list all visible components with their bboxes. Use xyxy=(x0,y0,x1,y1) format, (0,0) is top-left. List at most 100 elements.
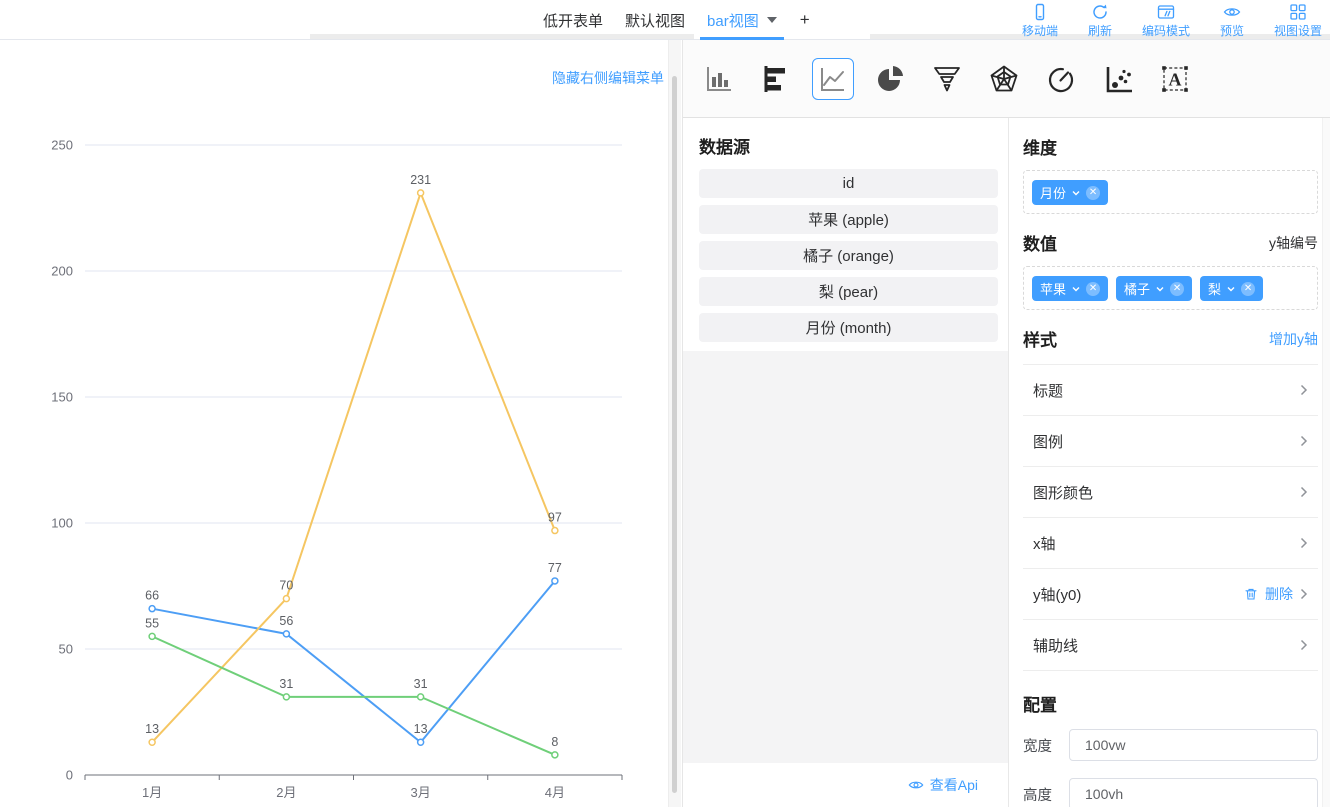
svg-text:200: 200 xyxy=(51,264,73,279)
chart-type-bar: A xyxy=(683,40,1330,118)
svg-text:3月: 3月 xyxy=(411,785,431,800)
view-api-link[interactable]: 查看Api xyxy=(908,775,978,795)
svg-text:50: 50 xyxy=(59,642,73,657)
dimension-title: 维度 xyxy=(1023,134,1057,159)
refresh-button[interactable]: 刷新 xyxy=(1082,3,1118,39)
chevron-down-icon[interactable] xyxy=(767,17,777,23)
svg-text:77: 77 xyxy=(548,561,562,575)
header-actions: 移动端 刷新 编码模式 预览 视图设置 xyxy=(1022,3,1322,39)
chevron-down-icon[interactable] xyxy=(1155,284,1165,294)
remove-tag-icon[interactable]: ✕ xyxy=(1086,282,1100,296)
add-y-axis-link[interactable]: 增加y轴 xyxy=(1269,329,1318,349)
width-input[interactable] xyxy=(1069,729,1318,761)
style-row-guides[interactable]: 辅助线 xyxy=(1023,619,1318,670)
trash-icon[interactable] xyxy=(1244,587,1258,601)
svg-text:231: 231 xyxy=(410,173,431,187)
preview-button[interactable]: 预览 xyxy=(1214,3,1250,39)
field-apple[interactable]: 苹果 (apple) xyxy=(699,205,998,234)
tab-bar-view[interactable]: bar视图 xyxy=(696,0,788,40)
remove-tag-icon[interactable]: ✕ xyxy=(1086,186,1100,200)
view-api-label: 查看Api xyxy=(930,775,978,795)
mobile-button[interactable]: 移动端 xyxy=(1022,3,1058,39)
dimension-drop-zone[interactable]: 月份 ✕ xyxy=(1023,170,1318,214)
chevron-down-icon[interactable] xyxy=(1071,188,1081,198)
canvas-scrollbar-thumb[interactable] xyxy=(672,76,677,793)
metrics-drop-zone[interactable]: 苹果 ✕ 橘子 ✕ 梨 ✕ xyxy=(1023,266,1318,310)
remove-tag-icon[interactable]: ✕ xyxy=(1170,282,1184,296)
hide-edit-menu-link[interactable]: 隐藏右侧编辑菜单 xyxy=(552,68,664,88)
chevron-right-icon xyxy=(1300,588,1308,600)
line-chart-icon xyxy=(817,63,849,95)
horizontal-bar-type-button[interactable] xyxy=(755,58,797,100)
delete-y-axis-link[interactable]: 删除 xyxy=(1265,584,1293,604)
svg-text:8: 8 xyxy=(551,735,558,749)
field-orange[interactable]: 橘子 (orange) xyxy=(699,241,998,270)
metric-tag-orange[interactable]: 橘子 ✕ xyxy=(1116,276,1192,301)
pie-chart-type-button[interactable] xyxy=(869,58,911,100)
top-header: 低开表单 默认视图 bar视图 + 移动端 刷新 编码模式 xyxy=(0,0,1330,40)
code-mode-label: 编码模式 xyxy=(1142,22,1190,39)
datasource-footer: 查看Api xyxy=(683,763,1008,807)
view-settings-button[interactable]: 视图设置 xyxy=(1274,3,1322,39)
funnel-icon xyxy=(931,63,963,95)
tab-low-code-form[interactable]: 低开表单 xyxy=(532,0,614,40)
add-view-button[interactable]: + xyxy=(788,0,822,40)
field-month[interactable]: 月份 (month) xyxy=(699,313,998,342)
height-input[interactable] xyxy=(1069,778,1318,807)
datasource-column: 数据源 id 苹果 (apple) 橘子 (orange) 梨 (pear) 月… xyxy=(683,118,1009,807)
style-row-colors[interactable]: 图形颜色 xyxy=(1023,466,1318,517)
svg-text:A: A xyxy=(1169,69,1182,89)
style-row-x-axis[interactable]: x轴 xyxy=(1023,517,1318,568)
bar-chart-icon xyxy=(703,63,735,95)
metrics-header: 数值 y轴编号 xyxy=(1023,230,1318,255)
line-chart-type-button[interactable] xyxy=(812,58,854,100)
svg-text:2月: 2月 xyxy=(276,785,296,800)
radar-type-button[interactable] xyxy=(983,58,1025,100)
refresh-label: 刷新 xyxy=(1088,22,1112,39)
field-pear[interactable]: 梨 (pear) xyxy=(699,277,998,306)
mobile-icon xyxy=(1031,3,1049,21)
tag-label: 苹果 xyxy=(1040,279,1066,298)
tab-bar-view-label: bar视图 xyxy=(707,10,759,31)
config-scrollbar-track[interactable] xyxy=(1322,118,1330,807)
style-row-y-axis[interactable]: y轴(y0) 删除 xyxy=(1023,568,1318,619)
svg-text:31: 31 xyxy=(414,677,428,691)
style-title: 样式 xyxy=(1023,326,1057,351)
funnel-type-button[interactable] xyxy=(926,58,968,100)
scatter-type-button[interactable] xyxy=(1097,58,1139,100)
gauge-type-button[interactable] xyxy=(1040,58,1082,100)
metric-tag-pear[interactable]: 梨 ✕ xyxy=(1200,276,1263,301)
view-settings-icon xyxy=(1289,3,1307,21)
svg-text:66: 66 xyxy=(145,589,159,603)
config-column: 维度 月份 ✕ 数值 y轴编号 苹果 xyxy=(1009,118,1330,807)
editor-panel-body: 数据源 id 苹果 (apple) 橘子 (orange) 梨 (pear) 月… xyxy=(683,118,1330,807)
style-list: 标题 图例 图形颜色 x轴 xyxy=(1023,364,1318,671)
remove-tag-icon[interactable]: ✕ xyxy=(1241,282,1255,296)
text-type-button[interactable]: A xyxy=(1154,58,1196,100)
chevron-right-icon xyxy=(1300,486,1308,498)
height-label: 高度 xyxy=(1023,784,1069,805)
bar-chart-type-button[interactable] xyxy=(698,58,740,100)
code-mode-button[interactable]: 编码模式 xyxy=(1142,3,1190,39)
y-axis-number-label: y轴编号 xyxy=(1269,233,1318,253)
style-row-legend[interactable]: 图例 xyxy=(1023,415,1318,466)
style-row-title[interactable]: 标题 xyxy=(1023,364,1318,415)
svg-text:150: 150 xyxy=(51,390,73,405)
chevron-right-icon xyxy=(1300,639,1308,651)
tag-label: 橘子 xyxy=(1124,279,1150,298)
main-area: 隐藏右侧编辑菜单 0501001502002501月2月3月4月66561377… xyxy=(0,40,1330,807)
canvas-scrollbar[interactable] xyxy=(668,40,681,807)
radar-icon xyxy=(988,63,1020,95)
tag-label: 梨 xyxy=(1208,279,1221,298)
metric-tag-apple[interactable]: 苹果 ✕ xyxy=(1032,276,1108,301)
field-id[interactable]: id xyxy=(699,169,998,198)
datasource-empty-area xyxy=(683,351,1008,763)
style-header: 样式 增加y轴 xyxy=(1023,326,1318,351)
tab-default-view[interactable]: 默认视图 xyxy=(614,0,696,40)
chevron-down-icon[interactable] xyxy=(1071,284,1081,294)
eye-icon xyxy=(908,777,924,793)
datasource-title: 数据源 xyxy=(699,133,1008,158)
width-config-row: 宽度 xyxy=(1023,729,1318,761)
chevron-down-icon[interactable] xyxy=(1226,284,1236,294)
dimension-tag-month[interactable]: 月份 ✕ xyxy=(1032,180,1108,205)
